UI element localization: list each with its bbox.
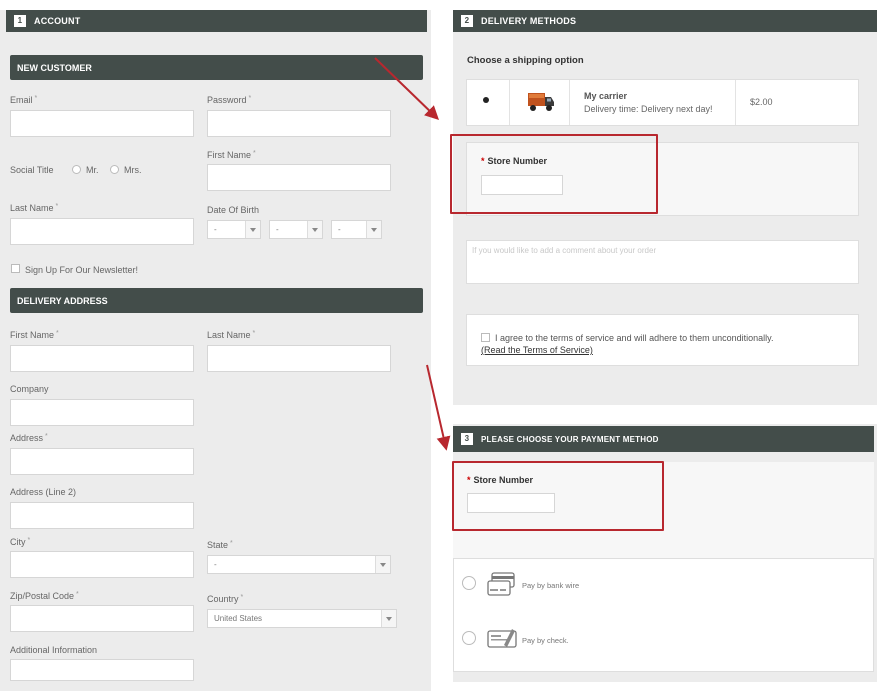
arrow-annotation	[374, 57, 451, 451]
